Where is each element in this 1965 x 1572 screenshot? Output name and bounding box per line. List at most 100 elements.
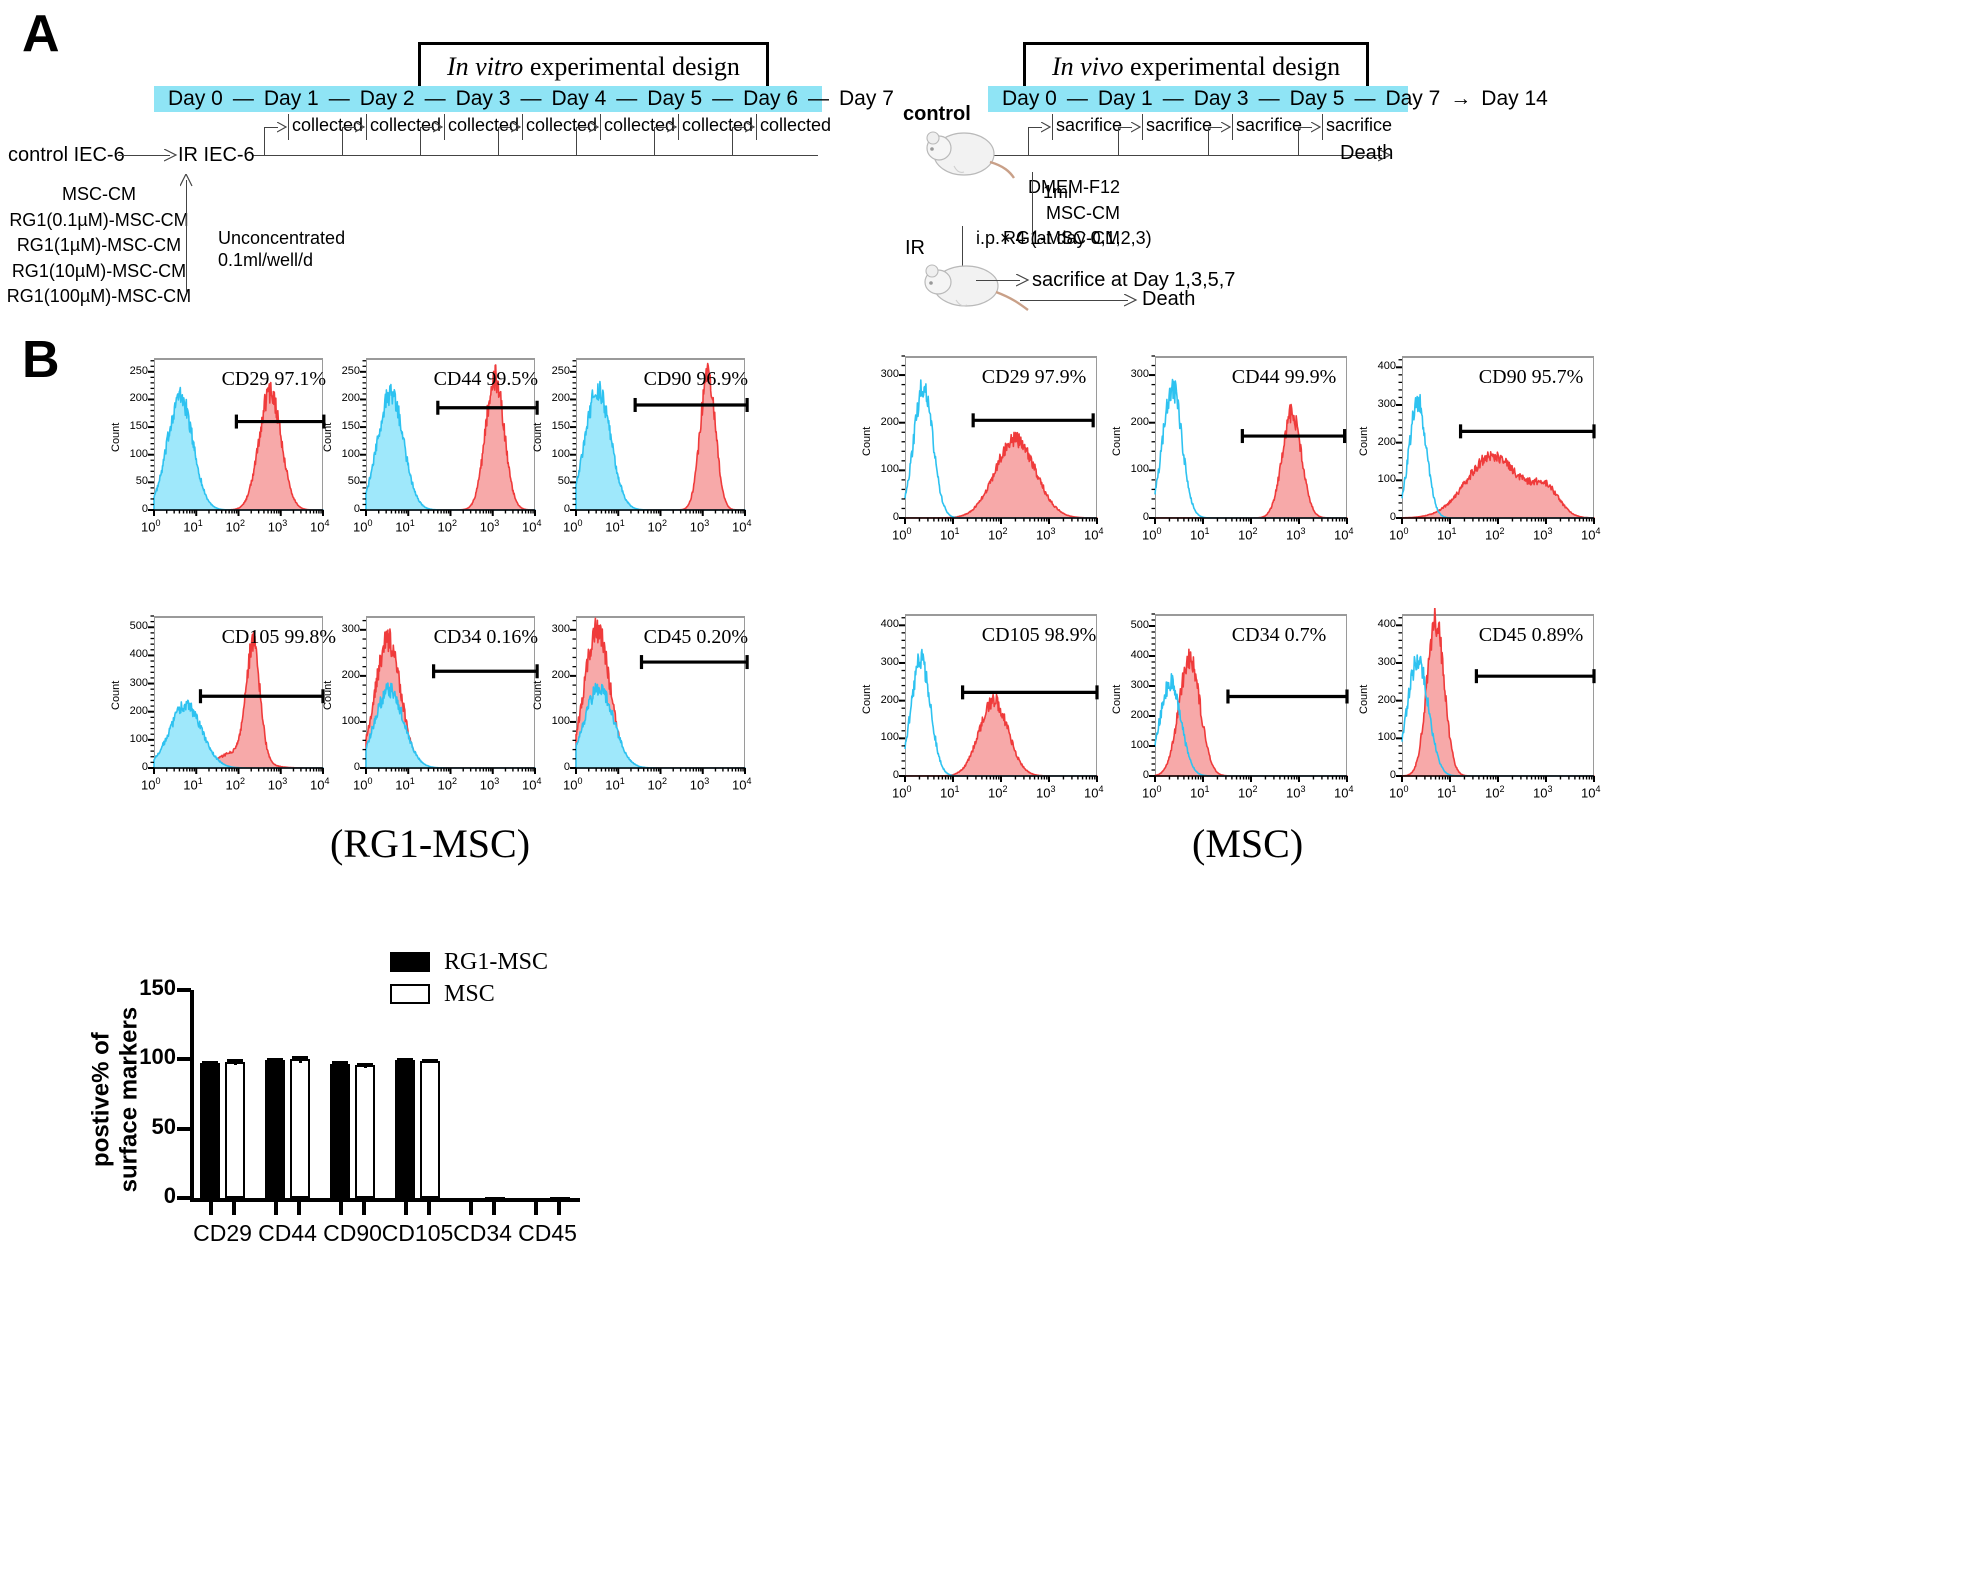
y-tick-label: 400 — [1377, 618, 1396, 631]
step-label: sacrifice — [1326, 115, 1393, 135]
death-arrow-line — [1020, 300, 1128, 301]
flow-histogram-cd44: 250 200 150 100 50 0 Count 100 101 102 103 104 CD44 … — [320, 352, 543, 558]
step-riser — [732, 127, 733, 155]
y-tick — [177, 1196, 191, 1200]
x-tick — [556, 1202, 561, 1215]
y-axis-label: Count — [861, 427, 873, 457]
step-label: collected — [526, 115, 598, 135]
step-connector — [498, 127, 512, 128]
x-axis-ticks — [153, 767, 324, 774]
bar-cd105-msc — [420, 1060, 441, 1198]
x-tick-label: 101 — [1437, 526, 1457, 543]
step-label: collected — [292, 115, 364, 135]
death-label-bottom: Death — [1142, 288, 1196, 310]
step-arrow-head — [1131, 122, 1141, 133]
y-tick-label: 400 — [1377, 360, 1396, 373]
y-tick-label: 100 — [880, 731, 899, 744]
y-axis-ticks — [360, 360, 366, 511]
list-item: MSC-CM — [62, 184, 136, 204]
timeline-day: Day 6 — [743, 87, 799, 110]
step-label: collected — [682, 115, 754, 135]
x-tick-label: 102 — [225, 776, 245, 793]
sacrifice-days-label: sacrifice at Day 1,3,5,7 — [1032, 269, 1236, 291]
x-axis-ticks — [153, 509, 324, 516]
y-axis-ticks — [899, 355, 905, 519]
x-tick-label: 100 — [1389, 784, 1409, 801]
marker-percent-label: CD105 98.9% — [981, 624, 1097, 646]
step-arrow-head — [355, 122, 365, 133]
step-arrow-head — [667, 122, 677, 133]
step-connector — [576, 127, 590, 128]
x-axis-ticks — [904, 775, 1098, 782]
x-tick-label: 101 — [1190, 784, 1210, 801]
bar-cd44-msc — [290, 1059, 311, 1198]
x-tick-label: 102 — [437, 776, 457, 793]
timeline-day: Day 2 — [359, 87, 415, 110]
y-tick-label: 0 — [1142, 511, 1149, 523]
y-axis-ticks — [360, 619, 366, 769]
in-vivo-timeline: Day 0 — Day 1 — Day 3 — Day 5 — Day 7 → Day 14 — [988, 86, 1548, 112]
x-tick-label: 103 — [1036, 526, 1056, 543]
ir-iec6-label: IR IEC-6 — [178, 144, 255, 166]
step-riser — [1208, 127, 1209, 155]
y-tick-label: 0 — [353, 503, 360, 515]
y-axis-ticks — [1149, 613, 1155, 777]
x-axis-ticks — [1401, 775, 1595, 782]
timeline-day: Day 7 — [1385, 87, 1441, 110]
step-connector — [420, 127, 434, 128]
x-tick-label: 102 — [647, 776, 667, 793]
y-tick-label: 100 — [1377, 473, 1396, 486]
gate-marker — [1458, 424, 1596, 439]
y-tick-label: 50 — [347, 475, 360, 488]
y-tick-label: 300 — [880, 368, 899, 381]
x-tick-label: 103 — [267, 518, 288, 535]
timeline-day: Day 1 — [1097, 87, 1153, 110]
dose-line-2: 0.1ml/well/d — [218, 250, 314, 270]
y-axis-title: postive% of surface markers — [87, 1006, 142, 1193]
volume-label: 1ml — [1043, 182, 1073, 202]
flow-histogram-cd45: 400 300 200 100 0 Count 100 101 102 103 104 CD45 0.… — [1352, 608, 1602, 824]
gate-marker — [639, 655, 749, 670]
x-tick-label: 103 — [1533, 784, 1553, 801]
in-vivo-title-box: In vivo experimental design — [1023, 42, 1370, 92]
marker-percent-label: CD34 0.16% — [433, 626, 539, 648]
x-tick-label: 104 — [1334, 784, 1354, 801]
x-tick-label: 104 — [1581, 784, 1601, 801]
y-axis-label: Count — [110, 422, 122, 453]
error-bar-cap — [396, 1057, 413, 1061]
list-item: MSC-CM — [1046, 202, 1120, 223]
x-tick-label: 100 — [1142, 784, 1162, 801]
legend-swatch-rg1-msc — [390, 952, 430, 972]
y-axis-label: Count — [1358, 427, 1370, 457]
step-connector — [1118, 127, 1132, 128]
y-axis-label: Count — [1111, 685, 1123, 715]
error-bar-cap — [422, 1058, 439, 1062]
timeline-day: Day 4 — [551, 87, 607, 110]
x-tick-label: 102 — [647, 518, 667, 535]
group-label-rg1-msc: (RG1-MSC) — [330, 821, 531, 866]
x-tick-label: 104 — [1334, 526, 1354, 543]
y-tick-label: 200 — [341, 392, 360, 405]
in-vitro-timeline: Day 0 — Day 1 — Day 2 — Day 3 — Day 4 — Day 5 — Day … — [154, 86, 894, 112]
y-tick-label: 250 — [129, 364, 148, 377]
x-tick — [274, 1202, 279, 1215]
timeline-day: Day 0 — [168, 87, 223, 110]
y-tick-label: 400 — [880, 618, 899, 631]
panel-a-letter: A — [22, 5, 60, 63]
step-label-divider — [756, 114, 757, 140]
flow-histogram-cd105: 400 300 200 100 0 Count 100 101 102 103 104 CD105 9… — [855, 608, 1105, 824]
y-tick-label: 500 — [129, 620, 148, 633]
step-arrow-head — [589, 122, 599, 133]
x-tick-label: 101 — [1190, 526, 1210, 543]
step-riser — [1028, 127, 1029, 155]
legend-label-msc: MSC — [444, 981, 495, 1007]
bar-cd105-rg1-msc — [394, 1059, 415, 1198]
in-vitro-title-box: In vitro experimental design — [418, 42, 769, 92]
y-axis-label: Count — [110, 680, 122, 711]
x-tick-label: 104 — [1084, 526, 1104, 543]
x-tick — [339, 1202, 344, 1215]
timeline-separator: — — [232, 87, 254, 110]
flow-histogram-cd34: 300 200 100 0 Count 100 101 102 103 104 CD34 0.16% — [320, 610, 543, 816]
marker-percent-label: CD90 95.7% — [1478, 366, 1584, 388]
y-tick-label: 400 — [1130, 649, 1149, 661]
